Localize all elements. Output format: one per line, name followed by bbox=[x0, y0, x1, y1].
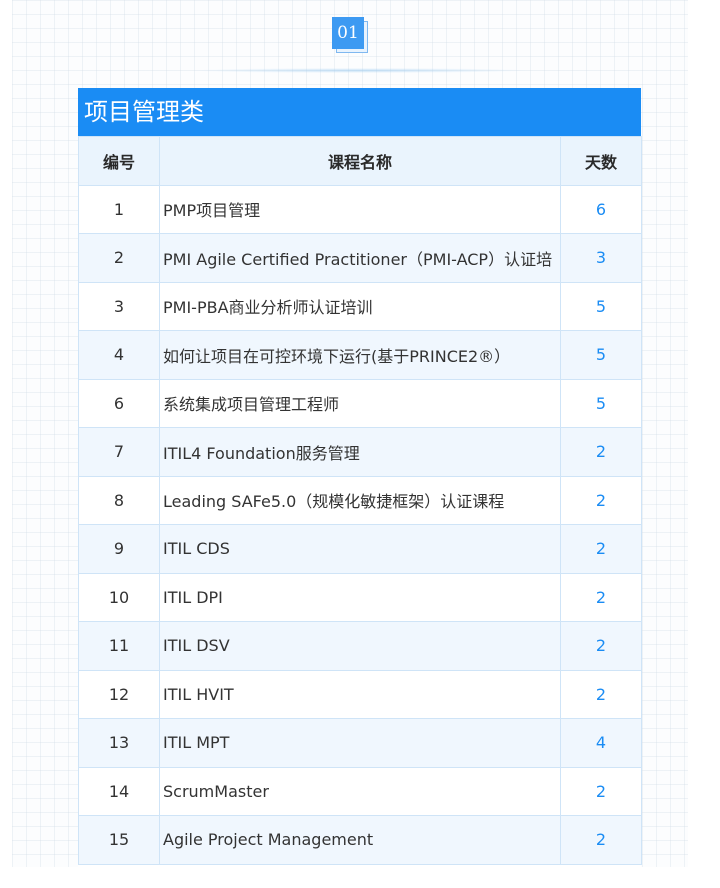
table-row: 12 ITIL HVIT 2 bbox=[78, 669, 642, 719]
cell-number: 6 bbox=[78, 378, 160, 428]
table-header-row: 编号 课程名称 天数 bbox=[78, 136, 642, 186]
header-days: 天数 bbox=[560, 136, 642, 186]
table-row: 7 ITIL4 Foundation服务管理 2 bbox=[78, 427, 642, 477]
cell-course-name: PMP项目管理 bbox=[159, 184, 561, 234]
cell-course-name: PMI Agile Certified Practitioner（PMI-ACP… bbox=[159, 233, 561, 283]
cell-days: 2 bbox=[560, 475, 642, 525]
badge-number: 01 bbox=[332, 17, 364, 49]
cell-course-name: 如何让项目在可控环境下运行(基于PRINCE2®） bbox=[159, 330, 561, 380]
cell-number: 13 bbox=[78, 718, 160, 768]
cell-days: 5 bbox=[560, 378, 642, 428]
cell-number: 14 bbox=[78, 766, 160, 816]
cell-number: 2 bbox=[78, 233, 160, 283]
cell-days: 2 bbox=[560, 427, 642, 477]
table-row: 8 Leading SAFe5.0（规模化敏捷框架）认证课程 2 bbox=[78, 475, 642, 525]
table-row: 11 ITIL DSV 2 bbox=[78, 621, 642, 671]
cell-number: 1 bbox=[78, 184, 160, 234]
table-row: 6 系统集成项目管理工程师 5 bbox=[78, 378, 642, 428]
header-number: 编号 bbox=[78, 136, 160, 186]
cell-number: 9 bbox=[78, 524, 160, 574]
cell-days: 2 bbox=[560, 572, 642, 622]
cell-course-name: Leading SAFe5.0（规模化敏捷框架）认证课程 bbox=[159, 475, 561, 525]
badge-underline bbox=[190, 68, 530, 73]
course-card: 项目管理类 编号 课程名称 天数 1 PMP项目管理 6 2 PMI Agile Cer… bbox=[78, 88, 642, 888]
header-course-name: 课程名称 bbox=[159, 136, 561, 186]
course-table: 编号 课程名称 天数 1 PMP项目管理 6 2 PMI Agile Certified… bbox=[78, 136, 642, 865]
cell-number: 10 bbox=[78, 572, 160, 622]
cell-days: 4 bbox=[560, 718, 642, 768]
section-title: 项目管理类 bbox=[78, 88, 641, 136]
cell-days: 5 bbox=[560, 281, 642, 331]
cell-course-name: ITIL DSV bbox=[159, 621, 561, 671]
cell-course-name: ITIL DPI bbox=[159, 572, 561, 622]
cell-days: 2 bbox=[560, 524, 642, 574]
cell-course-name: Agile Project Management bbox=[159, 815, 561, 865]
table-row: 14 ScrumMaster 2 bbox=[78, 766, 642, 816]
cell-days: 2 bbox=[560, 766, 642, 816]
cell-course-name: ITIL HVIT bbox=[159, 669, 561, 719]
cell-course-name: PMI-PBA商业分析师认证培训 bbox=[159, 281, 561, 331]
cell-course-name: ITIL CDS bbox=[159, 524, 561, 574]
cell-number: 7 bbox=[78, 427, 160, 477]
cell-number: 8 bbox=[78, 475, 160, 525]
section-number-badge: 01 bbox=[332, 17, 370, 55]
cell-course-name: ITIL MPT bbox=[159, 718, 561, 768]
cell-course-name: ITIL4 Foundation服务管理 bbox=[159, 427, 561, 477]
table-row: 4 如何让项目在可控环境下运行(基于PRINCE2®） 5 bbox=[78, 330, 642, 380]
table-row: 3 PMI-PBA商业分析师认证培训 5 bbox=[78, 281, 642, 331]
table-row: 15 Agile Project Management 2 bbox=[78, 815, 642, 865]
cell-number: 3 bbox=[78, 281, 160, 331]
cell-course-name: ScrumMaster bbox=[159, 766, 561, 816]
cell-days: 6 bbox=[560, 184, 642, 234]
table-row: 13 ITIL MPT 4 bbox=[78, 718, 642, 768]
cell-days: 2 bbox=[560, 815, 642, 865]
table-row: 9 ITIL CDS 2 bbox=[78, 524, 642, 574]
cell-days: 5 bbox=[560, 330, 642, 380]
cell-number: 4 bbox=[78, 330, 160, 380]
cell-number: 15 bbox=[78, 815, 160, 865]
cell-days: 2 bbox=[560, 669, 642, 719]
cell-number: 11 bbox=[78, 621, 160, 671]
table-row: 10 ITIL DPI 2 bbox=[78, 572, 642, 622]
table-row: 2 PMI Agile Certified Practitioner（PMI-AC… bbox=[78, 233, 642, 283]
cell-days: 3 bbox=[560, 233, 642, 283]
cell-number: 12 bbox=[78, 669, 160, 719]
table-body: 1 PMP项目管理 6 2 PMI Agile Certified Practition… bbox=[78, 184, 642, 865]
table-row: 1 PMP项目管理 6 bbox=[78, 184, 642, 234]
cell-days: 2 bbox=[560, 621, 642, 671]
cell-course-name: 系统集成项目管理工程师 bbox=[159, 378, 561, 428]
